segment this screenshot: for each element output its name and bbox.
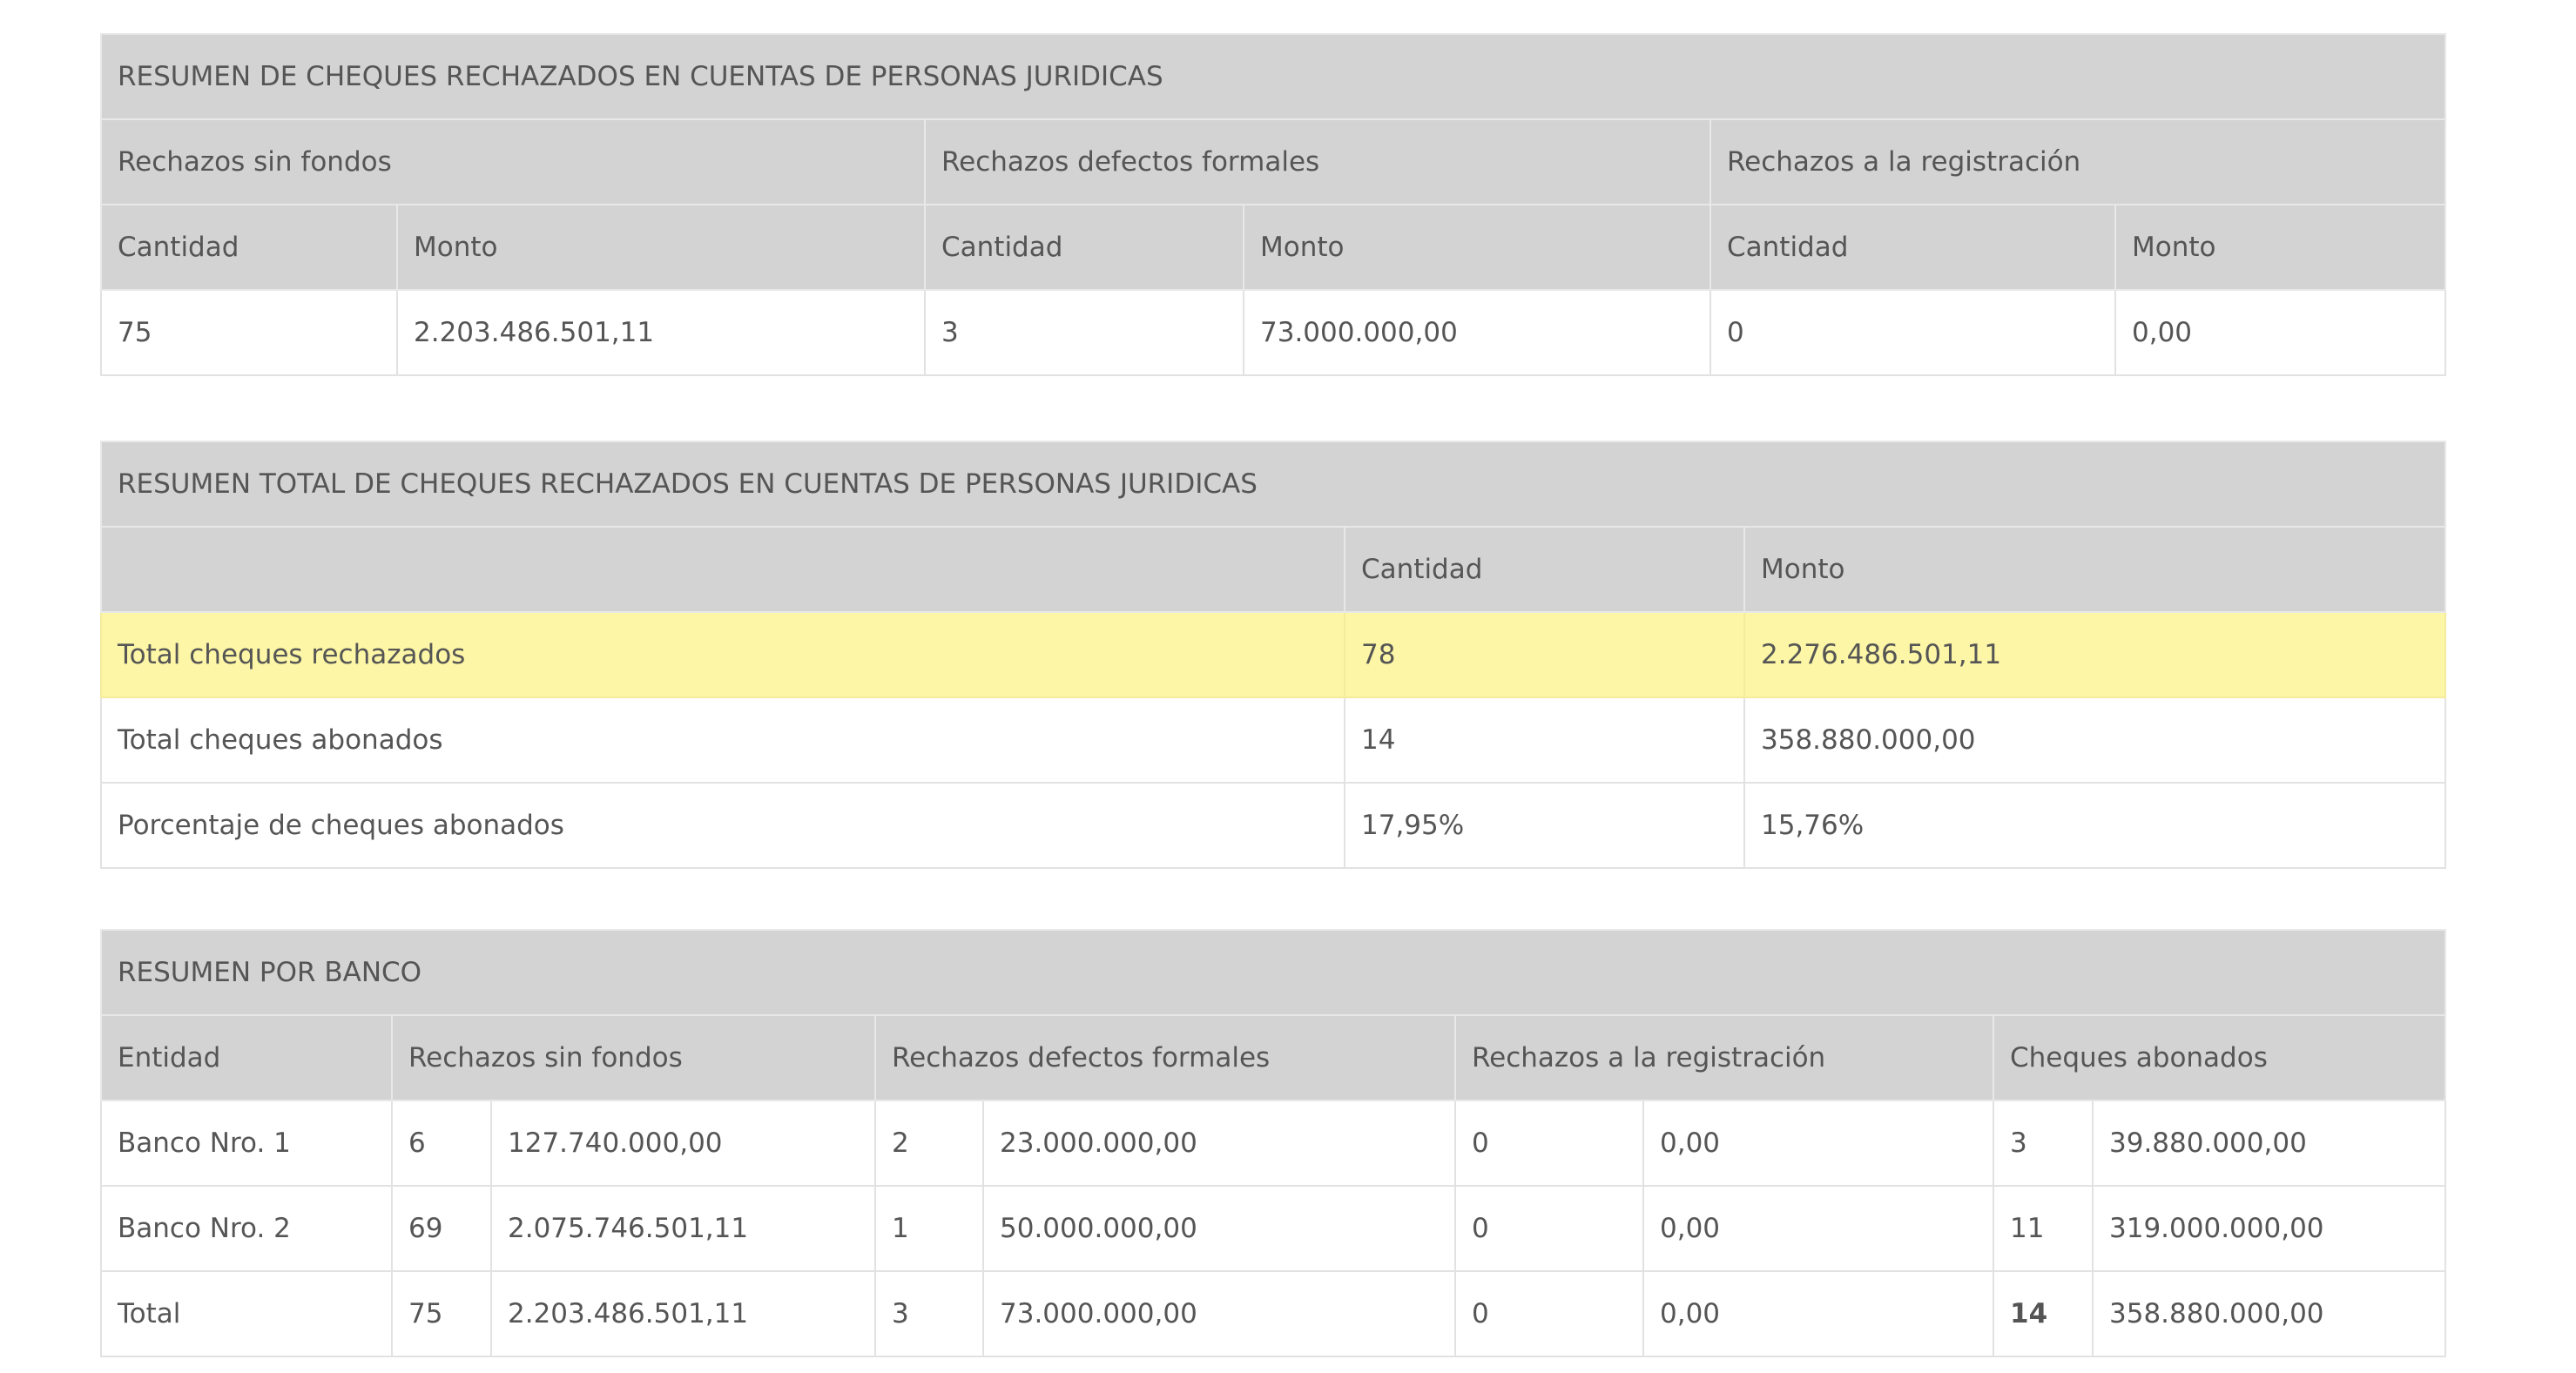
column-header-monto: Monto: [1243, 204, 1711, 291]
juridicas-title: RESUMEN DE CHEQUES RECHAZADOS EN CUENTAS…: [99, 33, 2447, 120]
registracion-cantidad: 0: [1454, 1270, 1644, 1357]
column-header-abonados: Cheques abonados: [1992, 1014, 2447, 1101]
table-title-row: RESUMEN TOTAL DE CHEQUES RECHAZADOS EN C…: [99, 441, 2447, 528]
defectos-cantidad: 2: [874, 1100, 984, 1187]
row-cantidad: 78: [1344, 611, 1745, 698]
registracion-cantidad: 0: [1454, 1100, 1644, 1187]
group-header-defectos: Rechazos defectos formales: [924, 118, 1711, 205]
abonados-monto: 319.000.000,00: [2091, 1185, 2447, 1272]
sin-fondos-cantidad: 6: [391, 1100, 492, 1187]
banco-title: RESUMEN POR BANCO: [99, 929, 2447, 1016]
column-header-cantidad: Cantidad: [924, 204, 1244, 291]
total-title: RESUMEN TOTAL DE CHEQUES RECHAZADOS EN C…: [99, 441, 2447, 528]
column-header-registracion: Rechazos a la registración: [1454, 1014, 1994, 1101]
table-title-row: RESUMEN POR BANCO: [99, 929, 2447, 1016]
entidad-cell: Total: [100, 1270, 393, 1357]
defectos-monto: 50.000.000,00: [982, 1185, 1456, 1272]
registracion-monto: 0,00: [1642, 1100, 1994, 1187]
defectos-monto: 73.000.000,00: [982, 1270, 1456, 1357]
registracion-monto: 0,00: [1642, 1185, 1994, 1272]
row-cantidad: 17,95%: [1344, 782, 1745, 869]
abonados-cantidad: 3: [1993, 1100, 2094, 1187]
bank-summary-table: RESUMEN POR BANCO Entidad Rechazos sin f…: [99, 929, 2447, 1357]
abonados-cantidad: 11: [1993, 1185, 2094, 1272]
sin-fondos-monto: 2.203.486.501,11: [490, 1270, 876, 1357]
table-row: Banco Nro. 2 69 2.075.746.501,11 1 50.00…: [100, 1185, 2447, 1272]
column-header-entidad: Entidad: [100, 1014, 393, 1101]
row-label: Porcentaje de cheques abonados: [100, 782, 1345, 869]
defectos-monto: 23.000.000,00: [982, 1100, 1456, 1187]
registracion-cantidad: 0: [1454, 1185, 1644, 1272]
defectos-cantidad: 3: [924, 289, 1244, 376]
row-monto: 358.880.000,00: [1743, 697, 2447, 784]
column-header-monto: Monto: [1743, 526, 2447, 613]
row-label: Total cheques abonados: [100, 697, 1345, 784]
sin-fondos-monto: 2.075.746.501,11: [490, 1185, 876, 1272]
column-header-cantidad: Cantidad: [1344, 526, 1745, 613]
sin-fondos-monto: 2.203.486.501,11: [396, 289, 926, 376]
total-summary-table: RESUMEN TOTAL DE CHEQUES RECHAZADOS EN C…: [99, 441, 2447, 869]
column-header-row: Cantidad Monto: [100, 526, 2447, 613]
defectos-monto: 73.000.000,00: [1243, 289, 1711, 376]
column-header-defectos: Rechazos defectos formales: [874, 1014, 1456, 1101]
column-header-row: Cantidad Monto Cantidad Monto Cantidad M…: [100, 204, 2447, 291]
table-title-row: RESUMEN DE CHEQUES RECHAZADOS EN CUENTAS…: [99, 33, 2447, 120]
defectos-cantidad: 1: [874, 1185, 984, 1272]
group-header-registracion: Rechazos a la registración: [1709, 118, 2447, 205]
table-row: Porcentaje de cheques abonados 17,95% 15…: [100, 782, 2447, 869]
row-monto: 2.276.486.501,11: [1743, 611, 2447, 698]
sin-fondos-cantidad: 75: [100, 289, 398, 376]
table-row: Total cheques abonados 14 358.880.000,00: [100, 697, 2447, 784]
column-header-blank: [100, 526, 1345, 613]
column-header-cantidad: Cantidad: [1709, 204, 2116, 291]
table-row: Banco Nro. 1 6 127.740.000,00 2 23.000.0…: [100, 1100, 2447, 1187]
table-row-highlighted: Total cheques rechazados 78 2.276.486.50…: [100, 611, 2447, 698]
column-header-monto: Monto: [2114, 204, 2447, 291]
registracion-cantidad: 0: [1709, 289, 2116, 376]
entidad-cell: Banco Nro. 2: [100, 1185, 393, 1272]
table-row-total: Total 75 2.203.486.501,11 3 73.000.000,0…: [100, 1270, 2447, 1357]
sin-fondos-cantidad: 69: [391, 1185, 492, 1272]
column-header-cantidad: Cantidad: [100, 204, 398, 291]
registracion-monto: 0,00: [2114, 289, 2447, 376]
registracion-monto: 0,00: [1642, 1270, 1994, 1357]
sin-fondos-cantidad: 75: [391, 1270, 492, 1357]
row-monto: 15,76%: [1743, 782, 2447, 869]
column-header-sin-fondos: Rechazos sin fondos: [391, 1014, 876, 1101]
entidad-cell: Banco Nro. 1: [100, 1100, 393, 1187]
group-header-row: Rechazos sin fondos Rechazos defectos fo…: [100, 118, 2447, 205]
abonados-cantidad: 14: [1993, 1270, 2094, 1357]
group-header-sin-fondos: Rechazos sin fondos: [100, 118, 926, 205]
abonados-monto: 358.880.000,00: [2091, 1270, 2447, 1357]
juridicas-summary-table: RESUMEN DE CHEQUES RECHAZADOS EN CUENTAS…: [99, 33, 2447, 376]
column-header-row: Entidad Rechazos sin fondos Rechazos def…: [100, 1014, 2447, 1101]
row-cantidad: 14: [1344, 697, 1745, 784]
abonados-monto: 39.880.000,00: [2091, 1100, 2447, 1187]
table-row: 75 2.203.486.501,11 3 73.000.000,00 0 0,…: [100, 289, 2447, 376]
row-label: Total cheques rechazados: [100, 611, 1345, 698]
sin-fondos-monto: 127.740.000,00: [490, 1100, 876, 1187]
column-header-monto: Monto: [396, 204, 926, 291]
defectos-cantidad: 3: [874, 1270, 984, 1357]
